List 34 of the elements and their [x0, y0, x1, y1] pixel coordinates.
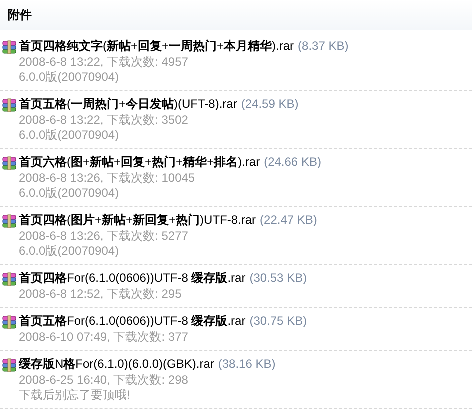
- file-link[interactable]: 首页四格纯文字(新帖+回复+一周热门+本月精华).rar: [19, 39, 294, 53]
- archive-icon: [2, 155, 18, 171]
- file-link[interactable]: 缓存版N格For(6.1.0)(6.0.0)(GBK).rar: [19, 357, 214, 371]
- file-info: 下载后别忘了要顶哦!: [18, 388, 132, 403]
- file-info: 6.0.0版(20070904): [18, 186, 120, 201]
- file-info: 6.0.0版(20070904): [18, 244, 120, 259]
- file-info: 6.0.0版(20070904): [18, 70, 120, 85]
- file-link[interactable]: 首页六格(图+新帖+回复+热门+精华+排名).rar: [19, 155, 260, 169]
- file-link[interactable]: 首页四格For(6.1.0(0606))UTF-8 缓存版.rar: [19, 271, 246, 285]
- file-size: (24.66 KB): [264, 155, 322, 169]
- file-link[interactable]: 首页五格(一周热门+今日发帖)(UFT-8).rar: [19, 97, 238, 111]
- file-info: 2008-6-10 07:49, 下载次数: 377: [18, 330, 190, 345]
- file-info: 6.0.0版(20070904): [18, 128, 120, 143]
- archive-icon: [2, 97, 18, 113]
- file-size: (22.47 KB): [260, 213, 318, 227]
- file-link[interactable]: 首页五格For(6.1.0(0606))UTF-8 缓存版.rar: [19, 314, 246, 328]
- archive-icon: [2, 39, 18, 55]
- archive-icon: [2, 357, 18, 373]
- file-size: (24.59 KB): [241, 97, 299, 111]
- file-info: 2008-6-25 16:40, 下载次数: 298: [18, 373, 190, 388]
- file-info: 2008-6-8 13:22, 下载次数: 3502: [18, 113, 190, 128]
- archive-icon: [2, 271, 18, 287]
- file-size: (38.16 KB): [218, 357, 276, 371]
- file-info: 2008-6-8 13:26, 下载次数: 5277: [18, 229, 190, 244]
- archive-icon: [2, 213, 18, 229]
- file-info: 2008-6-8 12:52, 下载次数: 295: [18, 287, 183, 302]
- section-title: 附件: [8, 6, 32, 24]
- file-link[interactable]: 首页四格(图片+新帖+新回复+热门)UTF-8.rar: [19, 213, 256, 227]
- file-size: (30.53 KB): [250, 271, 308, 285]
- file-size: (30.75 KB): [250, 314, 308, 328]
- file-size: (8.37 KB): [298, 39, 349, 53]
- file-info: 2008-6-8 13:22, 下载次数: 4957: [18, 55, 190, 70]
- file-info: 2008-6-8 13:26, 下载次数: 10045: [18, 171, 196, 186]
- archive-icon: [2, 314, 18, 330]
